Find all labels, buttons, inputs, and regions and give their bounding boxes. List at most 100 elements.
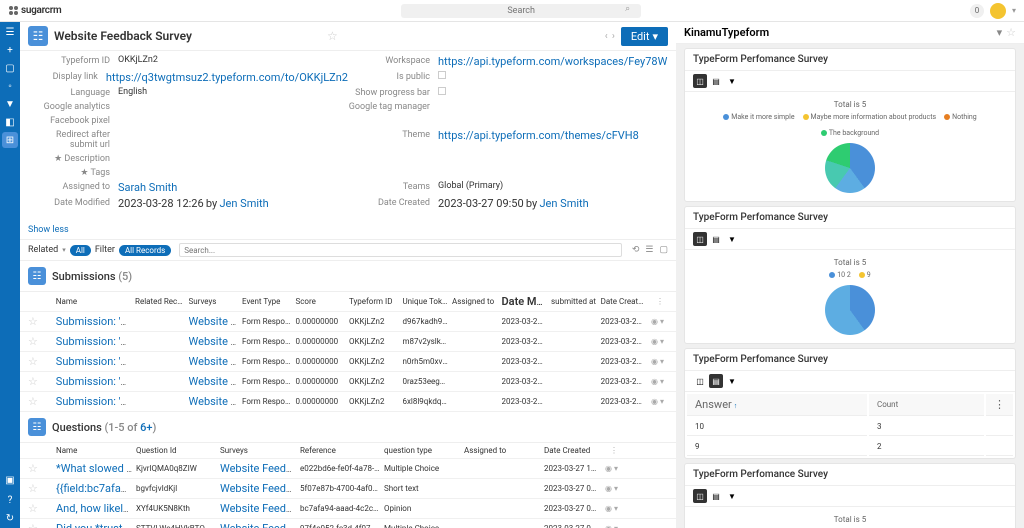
star-icon[interactable]: ☆ xyxy=(28,355,38,368)
menu-icon[interactable]: ⋮ xyxy=(994,398,1005,411)
nav-clipboard-icon[interactable]: ▣ xyxy=(2,472,18,488)
question-link[interactable]: *What slowed down* your exp... xyxy=(56,462,136,475)
star-icon[interactable]: ☆ xyxy=(28,395,38,408)
eye-icon[interactable]: ◉ xyxy=(651,337,658,346)
link-assigned[interactable]: Sarah Smith xyxy=(118,181,177,194)
submission-link[interactable]: Submission: '010... xyxy=(56,395,135,408)
nav-add-icon[interactable]: + xyxy=(2,42,18,58)
star-icon[interactable]: ☆ xyxy=(28,335,38,348)
table-view-icon[interactable]: ▤ xyxy=(709,232,723,246)
chart-view-icon[interactable]: ◫ xyxy=(693,232,707,246)
star-icon[interactable]: ☆ xyxy=(28,522,38,528)
chevron-down-icon[interactable]: ▾ xyxy=(1012,6,1016,15)
checkbox-is-public[interactable] xyxy=(438,71,446,79)
filter-icon[interactable]: ▼ xyxy=(725,489,739,503)
link-created-user[interactable]: Jen Smith xyxy=(539,197,588,210)
survey-link[interactable]: Website Feedback Survey xyxy=(220,502,300,515)
logo[interactable]: sugarcrm xyxy=(8,5,61,16)
survey-link[interactable]: Website Feedbac... xyxy=(189,395,242,408)
menu-icon[interactable]: ⋮ xyxy=(610,446,618,455)
eye-icon[interactable]: ◉ xyxy=(605,484,612,493)
star-icon[interactable]: ☆ xyxy=(28,375,38,388)
submission-link[interactable]: Submission: '010... xyxy=(56,335,135,348)
filter-icon[interactable]: ▼ xyxy=(725,74,739,88)
refresh-icon[interactable]: ⟲ xyxy=(632,245,640,255)
survey-link[interactable]: Website Feedbac... xyxy=(189,355,242,368)
submission-link[interactable]: Submission: '010... xyxy=(56,375,135,388)
related-search-input[interactable] xyxy=(179,243,622,257)
favorite-star-icon[interactable]: ☆ xyxy=(327,29,338,43)
link-display[interactable]: https://q3twgtmsuz2.typeform.com/to/OKKj… xyxy=(106,71,348,84)
nav-filter-icon[interactable]: ▼ xyxy=(2,96,18,112)
chevron-down-icon[interactable]: ▾ xyxy=(614,464,618,473)
chevron-down-icon[interactable]: ▾ xyxy=(997,26,1003,39)
nav-help-icon[interactable]: ? xyxy=(2,492,18,508)
nav-cart-icon[interactable]: ◧ xyxy=(2,114,18,130)
survey-link[interactable]: Website Feedbac... xyxy=(189,375,242,388)
survey-link[interactable]: Website Feedback Survey xyxy=(220,522,300,528)
prev-record-icon[interactable]: ‹ xyxy=(605,31,608,42)
col-answer[interactable]: Answer↑ xyxy=(687,394,867,416)
filter-icon[interactable]: ▼ xyxy=(725,232,739,246)
chart-view-icon[interactable]: ◫ xyxy=(693,74,707,88)
nav-menu-icon[interactable]: ☰ xyxy=(2,24,18,40)
question-link[interactable]: And, how likely are you to *rec... xyxy=(56,502,136,515)
eye-icon[interactable]: ◉ xyxy=(651,397,658,406)
star-icon[interactable]: ☆ xyxy=(28,502,38,515)
pill-all[interactable]: All xyxy=(70,245,91,256)
show-less-link[interactable]: Show less xyxy=(20,221,676,239)
nav-user-icon[interactable]: ◦ xyxy=(2,78,18,94)
submission-link[interactable]: Submission: '010... xyxy=(56,315,135,328)
chevron-down-icon[interactable]: ▾ xyxy=(660,357,664,366)
question-link[interactable]: {{field:bc7afa94-aaad-4c2c-ba... xyxy=(56,482,136,495)
card-view-icon[interactable]: ▢ xyxy=(659,245,668,255)
chart-view-icon[interactable]: ◫ xyxy=(693,489,707,503)
star-icon[interactable]: ☆ xyxy=(28,462,38,475)
chevron-down-icon[interactable]: ▾ xyxy=(614,484,618,493)
star-icon[interactable]: ☆ xyxy=(28,482,38,495)
table-view-icon[interactable]: ▤ xyxy=(709,489,723,503)
eye-icon[interactable]: ◉ xyxy=(605,524,612,528)
more-link[interactable]: 6+ xyxy=(140,421,152,434)
sort-date-modified[interactable]: Date Modified ↓ xyxy=(502,295,552,308)
favorite-star-icon[interactable]: ☆ xyxy=(1006,26,1016,39)
table-view-icon[interactable]: ▤ xyxy=(709,374,723,388)
nav-refresh-icon[interactable]: ↻ xyxy=(2,510,18,526)
filter-icon[interactable]: ▼ xyxy=(725,374,739,388)
list-view-icon[interactable]: ☰ xyxy=(645,245,653,255)
eye-icon[interactable]: ◉ xyxy=(651,317,658,326)
link-workspace[interactable]: https://api.typeform.com/workspaces/Fey7… xyxy=(438,55,667,68)
table-view-icon[interactable]: ▤ xyxy=(709,74,723,88)
star-icon[interactable]: ☆ xyxy=(28,315,38,328)
eye-icon[interactable]: ◉ xyxy=(605,504,612,513)
nav-doc-icon[interactable]: ▢ xyxy=(2,60,18,76)
chevron-down-icon[interactable]: ▾ xyxy=(660,397,664,406)
link-modified-user[interactable]: Jen Smith xyxy=(219,197,268,210)
link-theme[interactable]: https://api.typeform.com/themes/cFVH8 xyxy=(438,129,639,142)
notification-count[interactable]: 0 xyxy=(970,4,984,18)
submission-link[interactable]: Submission: '010... xyxy=(56,355,135,368)
survey-link[interactable]: Website Feedback Survey xyxy=(220,462,300,475)
col-count[interactable]: Count xyxy=(869,394,984,416)
pill-all-records[interactable]: All Records xyxy=(119,245,171,256)
user-avatar[interactable] xyxy=(990,3,1006,19)
chevron-down-icon[interactable]: ▾ xyxy=(660,377,664,386)
chevron-down-icon[interactable]: ▾ xyxy=(614,504,618,513)
eye-icon[interactable]: ◉ xyxy=(651,377,658,386)
global-search-input[interactable] xyxy=(401,4,641,18)
chart-view-icon[interactable]: ◫ xyxy=(693,374,707,388)
survey-link[interactable]: Website Feedbac... xyxy=(189,335,242,348)
menu-icon[interactable]: ⋮ xyxy=(656,297,664,306)
chevron-down-icon[interactable]: ▾ xyxy=(614,524,618,528)
chevron-down-icon[interactable]: ▾ xyxy=(660,317,664,326)
search-icon[interactable]: ⌕ xyxy=(625,4,630,18)
survey-link[interactable]: Website Feedback Survey xyxy=(220,482,300,495)
eye-icon[interactable]: ◉ xyxy=(651,357,658,366)
survey-link[interactable]: Website Feedbac... xyxy=(189,315,242,328)
question-link[interactable]: Did you *trust* the information ... xyxy=(56,522,136,528)
next-record-icon[interactable]: › xyxy=(612,31,615,42)
nav-grid-icon[interactable]: ⊞ xyxy=(2,132,18,148)
edit-button[interactable]: Edit▾ xyxy=(621,27,668,46)
chevron-down-icon[interactable]: ▾ xyxy=(660,337,664,346)
checkbox-progress[interactable] xyxy=(438,87,446,95)
